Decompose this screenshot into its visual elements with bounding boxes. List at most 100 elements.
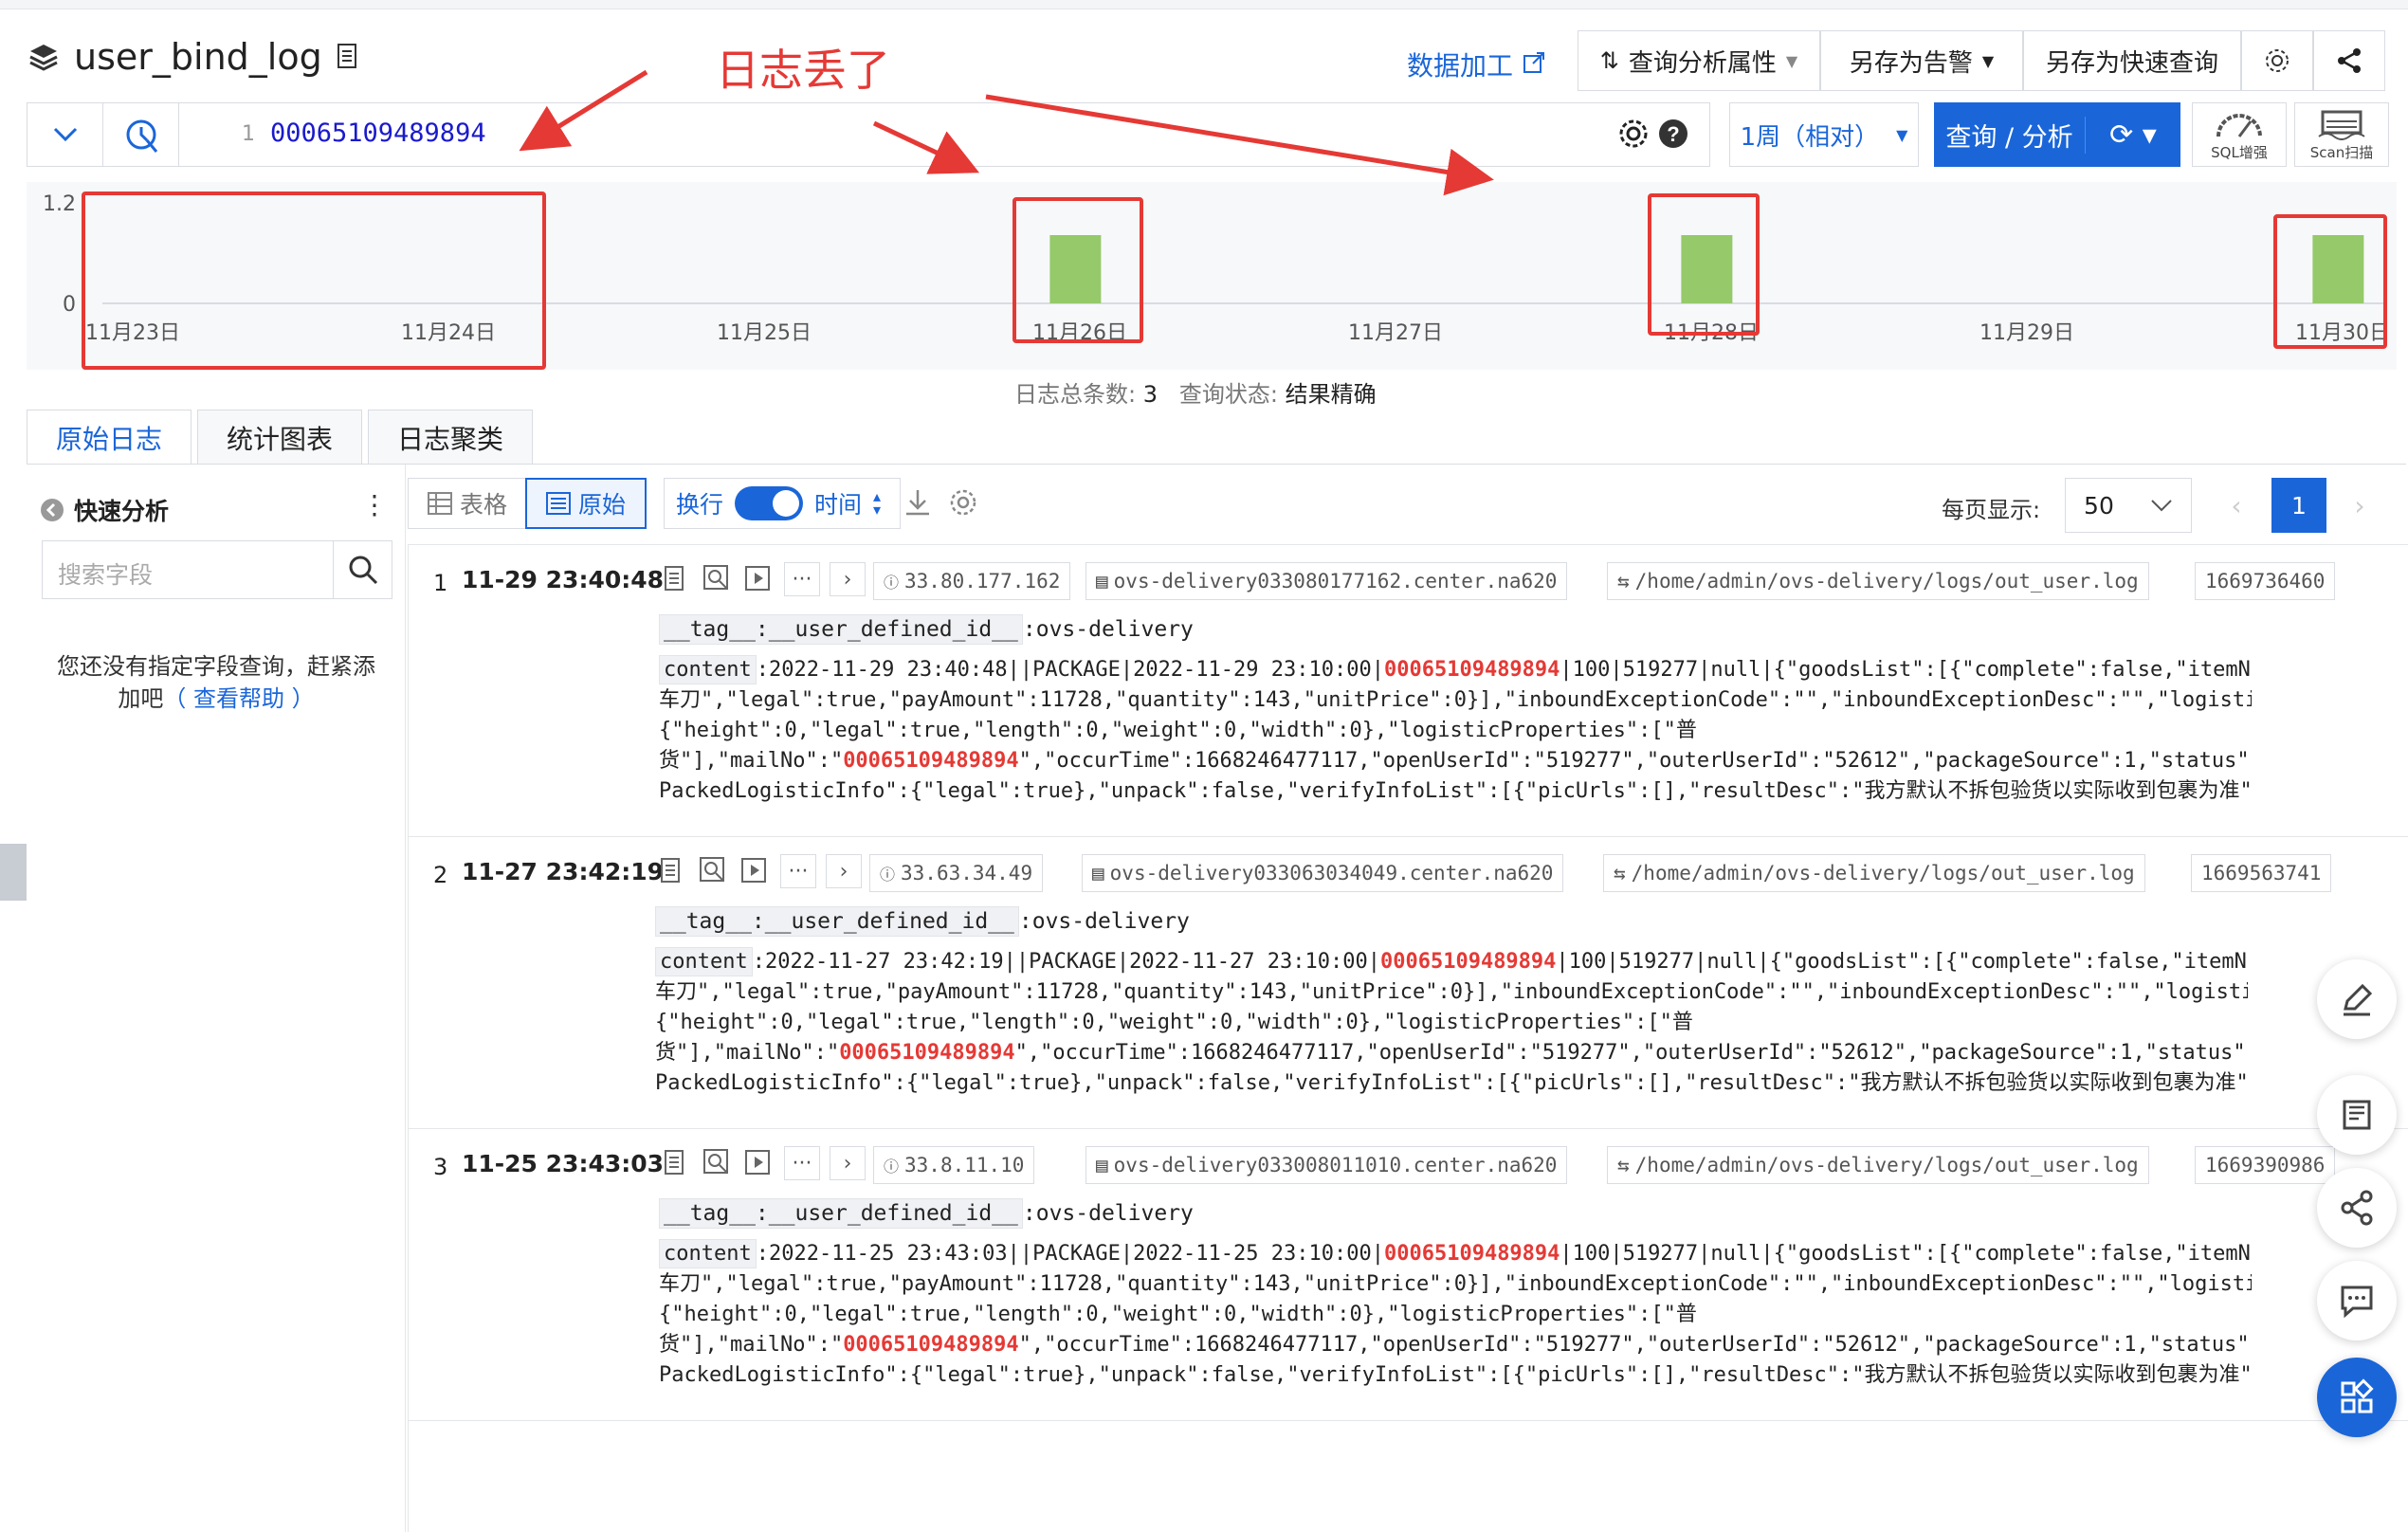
path-chip[interactable]: ⇆/home/admin/ovs-delivery/logs/out_user.… — [1607, 562, 2149, 600]
context-search-icon[interactable] — [701, 1146, 733, 1178]
tab-log-cluster[interactable]: 日志聚类 — [368, 410, 534, 465]
annotation-box — [1648, 193, 1760, 336]
tag-value: :ovs-delivery — [1022, 1201, 1194, 1226]
more-actions-icon[interactable]: ··· — [784, 562, 820, 596]
refresh-icon[interactable]: ⟳ ▾ — [2086, 119, 2180, 152]
expand-icon[interactable]: › — [830, 562, 866, 596]
data-process-link[interactable]: 数据加工 — [1407, 46, 1546, 83]
expand-icon[interactable]: › — [830, 1146, 866, 1180]
time-range-select[interactable]: 1周（相对） ▼ — [1729, 102, 1919, 167]
timestamp-chip[interactable]: 1669563741 — [2191, 854, 2332, 892]
tag-key[interactable]: __tag__:__user_defined_id__ — [659, 614, 1023, 645]
content-key[interactable]: content — [655, 947, 753, 976]
book-icon — [2343, 1100, 2371, 1130]
content-line: content:2022-11-27 23:42:19||PACKAGE|202… — [655, 947, 2248, 977]
more-actions-icon[interactable]: ··· — [780, 854, 816, 888]
tab-raw-logs[interactable]: 原始日志 — [27, 410, 192, 465]
analysis-props-button[interactable]: ⇅ 查询分析属性 ▼ — [1578, 30, 1820, 91]
tag-key[interactable]: __tag__:__user_defined_id__ — [655, 906, 1019, 937]
more-actions-icon[interactable]: ··· — [784, 1146, 820, 1180]
panel-collapse-handle[interactable] — [0, 844, 27, 901]
help-link[interactable]: （ 查看帮助 ） — [163, 685, 314, 712]
copy-icon[interactable] — [655, 854, 687, 886]
gear-icon[interactable] — [948, 487, 978, 518]
ip-chip[interactable]: ⓘ 33.63.34.49 — [869, 854, 1044, 892]
sort-arrows-icon[interactable]: ▴ ▾ — [873, 489, 881, 518]
host-chip[interactable]: ▤ ovs-delivery033008011010.center.na620 — [1085, 1146, 1568, 1184]
content-line: PackedLogisticInfo":{"legal":true},"unpa… — [659, 1363, 2252, 1387]
edit-float-button[interactable] — [2317, 959, 2397, 1039]
view-raw-button[interactable]: 原始 — [525, 478, 647, 529]
y-tick-label: 1.2 — [43, 192, 76, 216]
help-icon[interactable]: ? — [1656, 117, 1690, 151]
doc-icon[interactable] — [336, 43, 360, 71]
wrap-toggle[interactable] — [735, 486, 804, 520]
download-icon[interactable] — [903, 487, 933, 518]
field-search-placeholder: 搜索字段 — [58, 561, 154, 589]
per-page-select[interactable]: 50 — [2065, 478, 2192, 533]
svg-text:?: ? — [1667, 122, 1679, 146]
path-chip[interactable]: ⇆/home/admin/ovs-delivery/logs/out_user.… — [1603, 854, 2145, 892]
content-text: 货"],"mailNo":" — [659, 1333, 844, 1357]
time-sort-label[interactable]: 时间 — [814, 486, 862, 520]
ip-chip[interactable]: ⓘ 33.8.11.10 — [873, 1146, 1035, 1184]
chevron-down-icon — [53, 127, 77, 142]
field-search-input[interactable]: 搜索字段 — [42, 540, 392, 599]
content-line: 货"],"mailNo":"00065109489894","occurTime… — [659, 746, 2252, 776]
livetail-icon[interactable] — [742, 1146, 775, 1178]
tab-charts[interactable]: 统计图表 — [197, 410, 363, 465]
log-actions: ··· › — [659, 1146, 866, 1180]
chat-float-button[interactable] — [2317, 1261, 2397, 1340]
current-page[interactable]: 1 — [2271, 478, 2326, 533]
livetail-icon[interactable] — [742, 562, 775, 594]
settings-button[interactable] — [2241, 30, 2313, 91]
collapse-left-icon[interactable] — [40, 498, 64, 522]
content-key[interactable]: content — [659, 655, 757, 684]
copy-icon[interactable] — [659, 1146, 691, 1178]
more-icon[interactable]: ⋮ — [361, 489, 388, 520]
scan-button[interactable]: Scan扫描 — [2294, 102, 2389, 167]
sql-enhance-button[interactable]: SQL增强 — [2192, 102, 2287, 167]
view-table-button[interactable]: 表格 — [408, 478, 527, 529]
server-icon: ▤ — [1092, 862, 1104, 885]
copy-icon[interactable] — [659, 562, 691, 594]
timestamp-chip[interactable]: 1669736460 — [2195, 562, 2336, 600]
timestamp-chip[interactable]: 1669390986 — [2195, 1146, 2336, 1184]
next-page-button[interactable]: › — [2332, 478, 2387, 533]
query-dropdown-toggle[interactable] — [27, 103, 103, 166]
ip-chip[interactable]: ⓘ 33.80.177.162 — [873, 562, 1071, 600]
field-search-button[interactable] — [333, 541, 392, 598]
share-button[interactable] — [2313, 30, 2385, 91]
host-chip[interactable]: ▤ ovs-delivery033080177162.center.na620 — [1085, 562, 1568, 600]
host-chip[interactable]: ▤ ovs-delivery033063034049.center.na620 — [1082, 854, 1564, 892]
search-icon — [349, 556, 377, 585]
server-icon: ▤ — [1096, 570, 1108, 593]
path-chip[interactable]: ⇆/home/admin/ovs-delivery/logs/out_user.… — [1607, 1146, 2149, 1184]
prev-page-button[interactable]: ‹ — [2209, 478, 2264, 533]
apps-float-button[interactable] — [2317, 1358, 2397, 1437]
x-tick-label: 11月29日 — [1979, 321, 2074, 345]
content-key[interactable]: content — [659, 1239, 757, 1268]
path-text: /home/admin/ovs-delivery/logs/out_user.l… — [1634, 1154, 2139, 1176]
host-text: ovs-delivery033063034049.center.na620 — [1109, 862, 1554, 885]
timestamp-text: 1669390986 — [2205, 1154, 2326, 1176]
log-time: 11-25 23:43:03 — [462, 1150, 665, 1177]
livetail-icon[interactable] — [739, 854, 771, 886]
query-icons: ? — [1616, 117, 1690, 151]
tag-key[interactable]: __tag__:__user_defined_id__ — [659, 1198, 1023, 1229]
gear-icon[interactable] — [1616, 117, 1651, 151]
save-quick-query-button[interactable]: 另存为快速查询 — [2023, 30, 2241, 91]
content-text: :2022-11-25 23:43:03||PACKAGE|2022-11-25… — [756, 1242, 1384, 1266]
query-input[interactable]: 00065109489894 — [270, 119, 486, 148]
query-history-button[interactable] — [103, 103, 179, 166]
context-search-icon[interactable] — [697, 854, 729, 886]
context-search-icon[interactable] — [701, 562, 733, 594]
book-float-button[interactable] — [2317, 1075, 2397, 1155]
ip-text: 33.8.11.10 — [904, 1154, 1025, 1176]
expand-icon[interactable]: › — [826, 854, 862, 888]
logstore-icon — [29, 45, 58, 71]
query-analyze-button[interactable]: 查询 / 分析 ⟳ ▾ — [1934, 102, 2180, 167]
share-float-button[interactable] — [2317, 1168, 2397, 1248]
save-alert-button[interactable]: 另存为告警 ▼ — [1820, 30, 2023, 91]
content-text: |100|519277|null|{"goodsList":[{"complet… — [1556, 950, 2248, 974]
